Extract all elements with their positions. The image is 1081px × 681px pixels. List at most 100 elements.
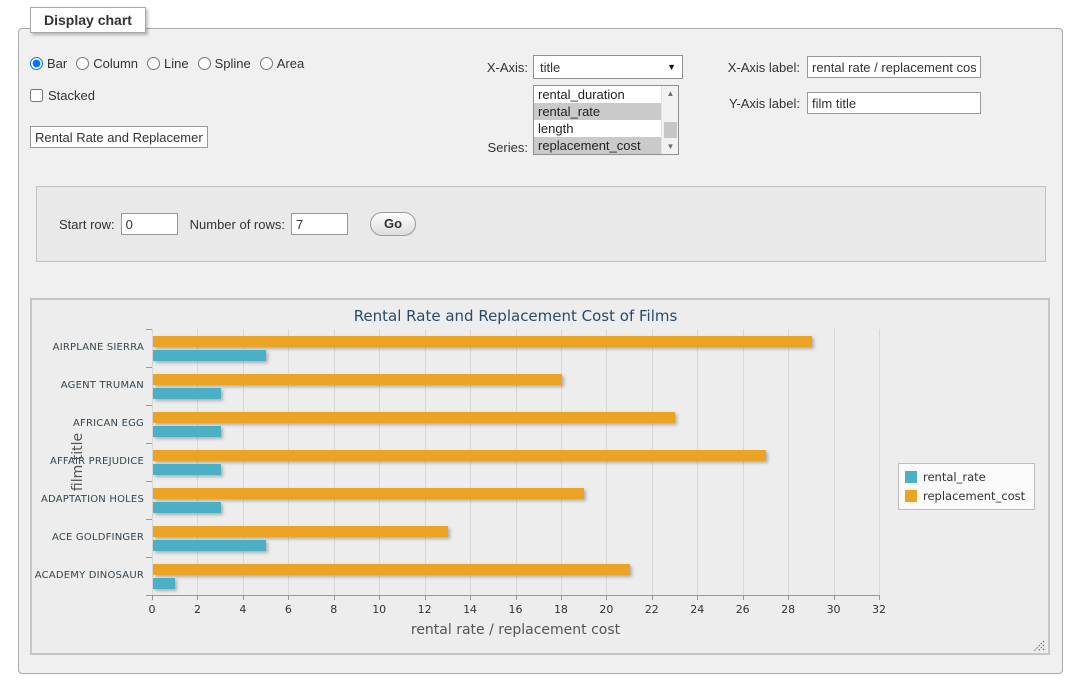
- num-rows-label: Number of rows:: [190, 217, 285, 232]
- column-radio[interactable]: [76, 57, 89, 70]
- fieldset-legend: Display chart: [30, 7, 146, 33]
- bar-replacement_cost[interactable]: [153, 526, 448, 537]
- page: Display chart Bar Column Line Spline Are…: [0, 0, 1081, 681]
- y-axis-tick: [146, 405, 152, 406]
- gridline: [879, 329, 880, 595]
- radio-item-line: Line: [147, 56, 189, 71]
- bar-rental_rate[interactable]: [153, 426, 221, 437]
- y-axis-tick: [146, 557, 152, 558]
- spline-radio[interactable]: [198, 57, 211, 70]
- gridline: [288, 329, 289, 595]
- x-axis-tick-label: 14: [450, 603, 490, 616]
- x-axis-select[interactable]: title ▼: [533, 55, 683, 79]
- line-radio-label: Line: [164, 56, 189, 71]
- y-category-label: AFRICAN EGG: [32, 405, 144, 443]
- y-axis-title: film title: [70, 433, 86, 491]
- bar-rental_rate[interactable]: [153, 388, 221, 399]
- gridline: [834, 329, 835, 595]
- bar-replacement_cost[interactable]: [153, 450, 766, 461]
- y-category-label: ACE GOLDFINGER: [32, 519, 144, 557]
- gridline: [197, 329, 198, 595]
- bar-rental_rate[interactable]: [153, 578, 175, 589]
- gridline: [243, 329, 244, 595]
- x-axis-tick-label: 10: [359, 603, 399, 616]
- legend-swatch-icon: [905, 471, 917, 483]
- stacked-checkbox-label: Stacked: [48, 88, 95, 103]
- y-category-label: AFFAIR PREJUDICE: [32, 443, 144, 481]
- bar-rental_rate[interactable]: [153, 464, 221, 475]
- radio-item-area: Area: [260, 56, 304, 71]
- bar-replacement_cost[interactable]: [153, 412, 675, 423]
- chevron-down-icon: ▼: [667, 62, 676, 72]
- y-axis-tick: [146, 443, 152, 444]
- gridline: [425, 329, 426, 595]
- chart-container: Rental Rate and Replacement Cost of Film…: [30, 298, 1050, 655]
- series-option[interactable]: length: [534, 120, 661, 137]
- resize-handle-icon[interactable]: [1032, 637, 1045, 650]
- gridline: [697, 329, 698, 595]
- scroll-up-icon[interactable]: ▲: [662, 86, 679, 101]
- x-axis-tick-label: 24: [677, 603, 717, 616]
- series-listbox-options: rental_durationrental_ratelengthreplacem…: [534, 86, 661, 154]
- series-listbox-label: Series:: [440, 140, 528, 155]
- gridline: [152, 329, 153, 595]
- gridline: [516, 329, 517, 595]
- gridline: [470, 329, 471, 595]
- x-axis-tick-label: 12: [405, 603, 445, 616]
- y-axis-tick: [146, 481, 152, 482]
- bar-rental_rate[interactable]: [153, 540, 266, 551]
- x-axis-tick-label: 18: [541, 603, 581, 616]
- y-axis-label-input[interactable]: [807, 92, 981, 114]
- legend-item-rental_rate[interactable]: rental_rate: [905, 470, 1025, 484]
- stacked-checkbox-row: Stacked: [30, 88, 95, 103]
- rows-panel: Start row: Number of rows: Go: [36, 186, 1046, 262]
- area-radio[interactable]: [260, 57, 273, 70]
- series-option[interactable]: replacement_cost: [534, 137, 661, 154]
- x-axis-tick-label: 32: [859, 603, 899, 616]
- x-axis-tick-label: 28: [768, 603, 808, 616]
- radio-item-spline: Spline: [198, 56, 251, 71]
- y-category-label: AGENT TRUMAN: [32, 367, 144, 405]
- bar-rental_rate[interactable]: [153, 350, 266, 361]
- go-button[interactable]: Go: [370, 212, 416, 236]
- line-radio[interactable]: [147, 57, 160, 70]
- x-axis-line: [152, 595, 880, 596]
- x-axis-title: rental rate / replacement cost: [152, 622, 879, 638]
- start-row-input[interactable]: [121, 213, 178, 235]
- listbox-scrollbar[interactable]: ▲ ▼: [661, 86, 678, 154]
- bar-radio[interactable]: [30, 57, 43, 70]
- x-axis-tick-label: 8: [314, 603, 354, 616]
- series-listbox[interactable]: rental_durationrental_ratelengthreplacem…: [533, 85, 679, 155]
- x-axis-label-input[interactable]: [807, 56, 981, 78]
- y-axis-tick: [146, 519, 152, 520]
- scroll-down-icon[interactable]: ▼: [662, 139, 679, 154]
- legend-swatch-icon: [905, 490, 917, 502]
- stacked-checkbox[interactable]: [30, 89, 43, 102]
- y-category-label: ACADEMY DINOSAUR: [32, 557, 144, 595]
- x-axis-tick-label: 22: [632, 603, 672, 616]
- legend-item-replacement_cost[interactable]: replacement_cost: [905, 489, 1025, 503]
- x-axis-tick-label: 16: [496, 603, 536, 616]
- x-axis-tick-label: 26: [723, 603, 763, 616]
- bar-radio-label: Bar: [47, 56, 67, 71]
- bar-replacement_cost[interactable]: [153, 488, 584, 499]
- bar-replacement_cost[interactable]: [153, 564, 630, 575]
- series-option[interactable]: rental_duration: [534, 86, 661, 103]
- y-axis-tick: [146, 367, 152, 368]
- series-option[interactable]: rental_rate: [534, 103, 661, 120]
- x-axis-selected-value: title: [540, 60, 667, 75]
- y-axis-tick: [146, 329, 152, 330]
- start-row-label: Start row:: [59, 217, 115, 232]
- y-axis-tick: [146, 595, 152, 596]
- gridline: [743, 329, 744, 595]
- bar-replacement_cost[interactable]: [153, 374, 562, 385]
- bar-replacement_cost[interactable]: [153, 336, 812, 347]
- bar-rental_rate[interactable]: [153, 502, 221, 513]
- scrollbar-thumb[interactable]: [664, 122, 677, 138]
- gridline: [652, 329, 653, 595]
- x-axis-tick-label: 4: [223, 603, 263, 616]
- chart-type-radio-group: Bar Column Line Spline Area: [30, 56, 313, 71]
- chart-title-input[interactable]: [30, 126, 208, 148]
- gridline: [379, 329, 380, 595]
- num-rows-input[interactable]: [291, 213, 348, 235]
